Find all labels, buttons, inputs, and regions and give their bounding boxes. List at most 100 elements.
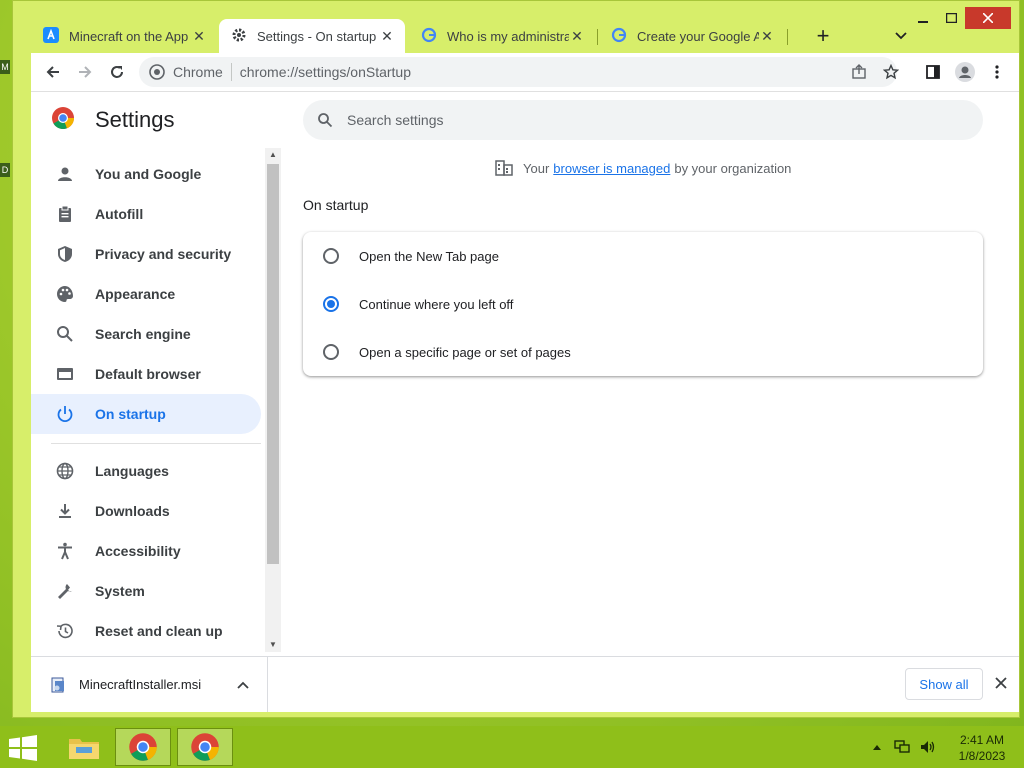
- managed-notice: Your browser is managed by your organiza…: [495, 160, 791, 176]
- download-file-name: MinecraftInstaller.msi: [79, 677, 202, 692]
- managed-prefix: Your: [523, 160, 550, 176]
- settings-page: Settings Search settings You and Google …: [31, 91, 1019, 656]
- sidebar-item-default-browser[interactable]: Default browser: [31, 354, 261, 394]
- sidebar-item-accessibility[interactable]: Accessibility: [31, 531, 261, 571]
- sidebar-item-label: Accessibility: [95, 543, 181, 559]
- building-icon: [495, 160, 513, 176]
- scrollbar-thumb[interactable]: [267, 164, 279, 564]
- sidebar-item-label: Languages: [95, 463, 169, 479]
- tab-minecraft[interactable]: Minecraft on the App S ✕: [31, 19, 217, 53]
- menu-icon[interactable]: [983, 58, 1011, 86]
- shield-icon: [53, 245, 77, 263]
- sidebar-item-downloads[interactable]: Downloads: [31, 491, 261, 531]
- sidebar-item-appearance[interactable]: Appearance: [31, 274, 261, 314]
- sidebar-item-system[interactable]: System: [31, 571, 261, 611]
- download-shelf: MinecraftInstaller.msi Show all: [31, 656, 1019, 712]
- history-icon: [53, 622, 77, 640]
- search-icon: [317, 112, 333, 128]
- forward-button[interactable]: [71, 58, 99, 86]
- sidebar-item-languages[interactable]: Languages: [31, 451, 261, 491]
- sidebar-item-reset[interactable]: Reset and clean up: [31, 611, 261, 651]
- volume-icon[interactable]: [920, 740, 936, 754]
- person-icon: [53, 165, 77, 183]
- search-placeholder: Search settings: [347, 112, 444, 128]
- profile-avatar[interactable]: [951, 58, 979, 86]
- sidebar-item-on-startup[interactable]: On startup: [31, 394, 261, 434]
- chrome-taskbar-1[interactable]: [115, 728, 171, 766]
- reload-button[interactable]: [103, 58, 131, 86]
- taskbar-clock[interactable]: 2:41 AM 1/8/2023: [952, 732, 1012, 764]
- option-continue[interactable]: Continue where you left off: [303, 280, 983, 328]
- star-icon[interactable]: [877, 57, 905, 87]
- tab-separator: [597, 29, 598, 45]
- sidebar-divider: [51, 443, 261, 444]
- close-icon[interactable]: ✕: [569, 28, 585, 45]
- side-panel-icon[interactable]: [919, 58, 947, 86]
- google-icon: [421, 27, 437, 46]
- sidebar-item-label: Reset and clean up: [95, 623, 223, 639]
- startup-options-card: Open the New Tab page Continue where you…: [303, 232, 983, 376]
- share-icon[interactable]: [845, 57, 873, 87]
- option-specific-pages[interactable]: Open a specific page or set of pages: [303, 328, 983, 376]
- sidebar-item-search-engine[interactable]: Search engine: [31, 314, 261, 354]
- site-chip: Chrome: [173, 64, 223, 80]
- tab-create-google-account[interactable]: Create your Google Ac ✕: [599, 19, 785, 53]
- google-icon: [611, 27, 627, 46]
- toolbar: Chrome chrome://settings/onStartup: [31, 53, 1019, 91]
- desktop-icon-d[interactable]: D: [0, 163, 10, 177]
- browser-managed-link[interactable]: browser is managed: [553, 161, 670, 176]
- palette-icon: [53, 285, 77, 303]
- tab-title: Who is my administrato: [447, 28, 569, 44]
- search-icon: [53, 325, 77, 343]
- tab-title: Settings - On startup: [257, 28, 377, 44]
- network-icon[interactable]: [894, 740, 910, 754]
- chevron-up-icon[interactable]: [237, 681, 249, 689]
- sidebar-item-you-and-google[interactable]: You and Google: [31, 154, 261, 194]
- scroll-down-arrow[interactable]: ▼: [265, 638, 281, 652]
- search-settings-input[interactable]: Search settings: [303, 100, 983, 140]
- browser-window: Minecraft on the App S ✕ Settings - On s…: [12, 0, 1020, 718]
- taskbar: 2:41 AM 1/8/2023: [0, 726, 1024, 768]
- sidebar-item-label: Default browser: [95, 366, 201, 382]
- page-title: Settings: [95, 106, 175, 132]
- browser-icon: [53, 365, 77, 383]
- radio-button-checked[interactable]: [323, 296, 339, 312]
- tab-separator: [787, 29, 788, 45]
- tab-settings[interactable]: Settings - On startup ✕: [219, 19, 405, 53]
- window-close-button[interactable]: [965, 7, 1011, 29]
- close-icon[interactable]: ✕: [379, 28, 395, 45]
- address-bar[interactable]: Chrome chrome://settings/onStartup: [139, 57, 899, 87]
- globe-icon: [53, 462, 77, 480]
- scroll-up-arrow[interactable]: ▲: [265, 148, 281, 162]
- installer-file-icon: [51, 676, 67, 694]
- download-item[interactable]: MinecraftInstaller.msi: [31, 657, 268, 712]
- clock-date: 1/8/2023: [958, 749, 1006, 763]
- option-new-tab[interactable]: Open the New Tab page: [303, 232, 983, 280]
- radio-button[interactable]: [323, 248, 339, 264]
- chrome-icon: [149, 64, 165, 80]
- tab-who-is-admin[interactable]: Who is my administrato ✕: [409, 19, 595, 53]
- chrome-taskbar-2[interactable]: [177, 728, 233, 766]
- maximize-button[interactable]: [933, 7, 969, 29]
- file-explorer-taskbar[interactable]: [56, 728, 112, 766]
- sidebar-item-label: On startup: [95, 406, 166, 422]
- tab-strip: Minecraft on the App S ✕ Settings - On s…: [31, 19, 1019, 53]
- sidebar-item-privacy[interactable]: Privacy and security: [31, 234, 261, 274]
- radio-button[interactable]: [323, 344, 339, 360]
- close-icon[interactable]: [991, 670, 1011, 696]
- close-icon[interactable]: ✕: [759, 28, 775, 45]
- desktop-icon-m[interactable]: M: [0, 60, 10, 74]
- clipboard-icon: [53, 205, 77, 223]
- new-tab-button[interactable]: +: [809, 19, 837, 53]
- url-text[interactable]: chrome://settings/onStartup: [240, 64, 411, 80]
- windows-start-button[interactable]: [8, 735, 38, 761]
- show-all-button[interactable]: Show all: [905, 668, 983, 700]
- tray-expand-icon[interactable]: [872, 743, 882, 751]
- system-tray: [872, 726, 936, 768]
- back-button[interactable]: [39, 58, 67, 86]
- tab-title: Minecraft on the App S: [69, 28, 191, 44]
- settings-header: Settings: [51, 106, 175, 133]
- close-icon[interactable]: ✕: [191, 28, 207, 45]
- sidebar-item-autofill[interactable]: Autofill: [31, 194, 261, 234]
- sidebar-scrollbar[interactable]: ▲ ▼: [265, 148, 281, 652]
